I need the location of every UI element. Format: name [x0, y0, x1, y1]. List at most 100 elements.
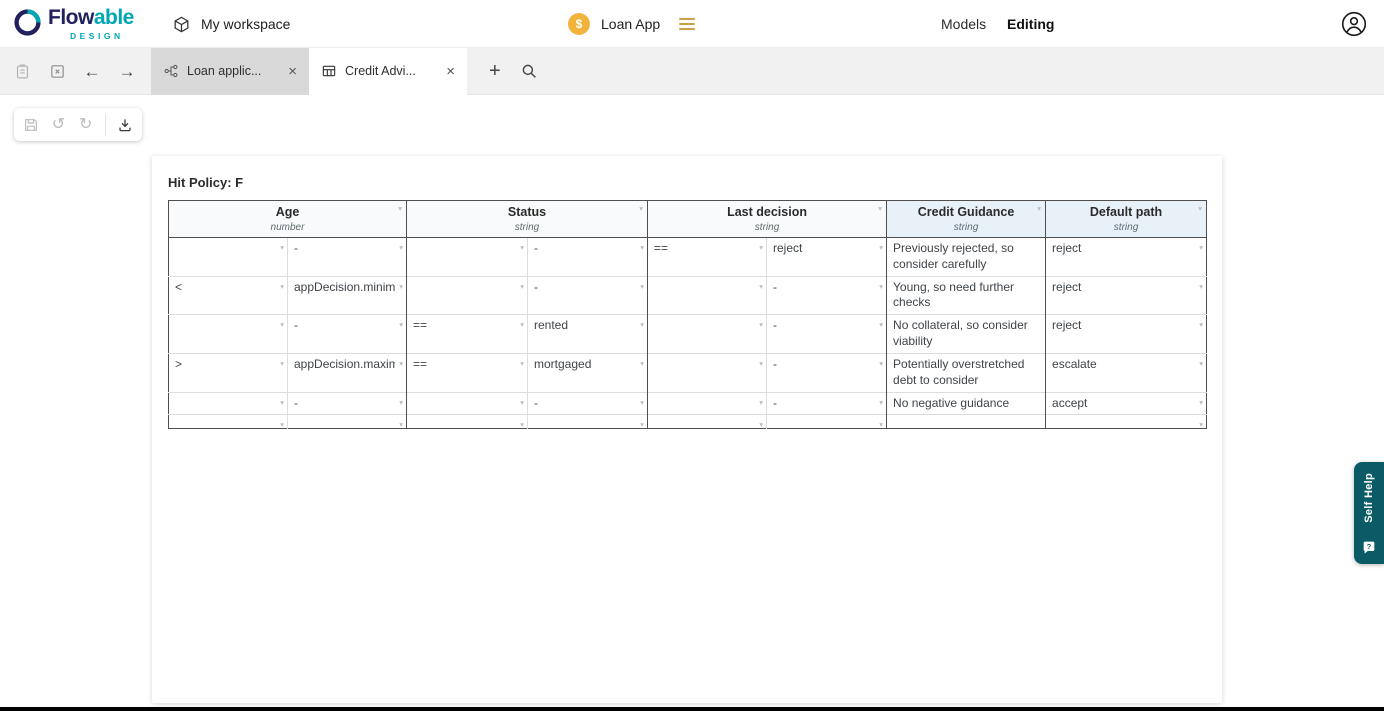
- last-decision-value-cell[interactable]: ▾reject: [767, 238, 887, 277]
- cell-dropdown-icon[interactable]: ▾: [280, 283, 284, 291]
- cell-dropdown-icon[interactable]: ▾: [879, 360, 883, 368]
- cell-dropdown-icon[interactable]: ▾: [879, 321, 883, 329]
- cell-dropdown-icon[interactable]: ▾: [640, 321, 644, 329]
- column-filter-icon[interactable]: ▾: [878, 205, 882, 213]
- cell-dropdown-icon[interactable]: ▾: [280, 244, 284, 252]
- default-path-cell[interactable]: ▾escalate: [1046, 353, 1207, 392]
- column-header-status[interactable]: ▾Statusstring: [407, 201, 648, 238]
- cell-dropdown-icon[interactable]: ▾: [399, 421, 403, 429]
- credit-guidance-cell[interactable]: No collateral, so consider viability: [887, 315, 1046, 354]
- cell-dropdown-icon[interactable]: ▾: [280, 421, 284, 429]
- cell-dropdown-icon[interactable]: ▾: [520, 421, 524, 429]
- status-value-cell[interactable]: ▾rented: [528, 315, 648, 354]
- age-operator-cell[interactable]: ▾: [169, 392, 288, 415]
- last-decision-value-cell[interactable]: ▾-: [767, 315, 887, 354]
- last-decision-value-cell[interactable]: ▾-: [767, 276, 887, 315]
- tab-close-icon[interactable]: ×: [444, 64, 457, 79]
- app-switcher[interactable]: $ Loan App: [568, 0, 695, 48]
- age-value-cell[interactable]: ▾appDecision.minimum: [288, 276, 407, 315]
- cell-dropdown-icon[interactable]: ▾: [759, 283, 763, 291]
- search-icon[interactable]: [519, 61, 539, 81]
- cell-dropdown-icon[interactable]: ▾: [879, 283, 883, 291]
- cell-dropdown-icon[interactable]: ▾: [759, 399, 763, 407]
- undo-icon[interactable]: ↺: [50, 116, 66, 134]
- default-path-cell[interactable]: ▾reject: [1046, 238, 1207, 277]
- last-decision-value-cell[interactable]: ▾: [767, 415, 887, 429]
- cell-dropdown-icon[interactable]: ▾: [1199, 283, 1203, 291]
- column-header-age[interactable]: ▾Agenumber: [169, 201, 407, 238]
- cell-dropdown-icon[interactable]: ▾: [640, 421, 644, 429]
- cell-dropdown-icon[interactable]: ▾: [640, 283, 644, 291]
- download-icon[interactable]: [117, 116, 133, 134]
- status-value-cell[interactable]: ▾-: [528, 392, 648, 415]
- close-all-icon[interactable]: [47, 61, 67, 81]
- status-value-cell[interactable]: ▾-: [528, 276, 648, 315]
- clipboard-icon[interactable]: [12, 61, 32, 81]
- cell-dropdown-icon[interactable]: ▾: [520, 360, 524, 368]
- default-path-cell[interactable]: ▾accept: [1046, 392, 1207, 415]
- age-value-cell[interactable]: ▾: [288, 415, 407, 429]
- last-decision-value-cell[interactable]: ▾-: [767, 392, 887, 415]
- cell-dropdown-icon[interactable]: ▾: [640, 244, 644, 252]
- status-operator-cell[interactable]: ▾: [407, 238, 528, 277]
- column-header-default-path[interactable]: ▾Default pathstring: [1046, 201, 1207, 238]
- cell-dropdown-icon[interactable]: ▾: [879, 399, 883, 407]
- status-value-cell[interactable]: ▾: [528, 415, 648, 429]
- cell-dropdown-icon[interactable]: ▾: [879, 421, 883, 429]
- cell-dropdown-icon[interactable]: ▾: [520, 244, 524, 252]
- age-value-cell[interactable]: ▾-: [288, 238, 407, 277]
- cell-dropdown-icon[interactable]: ▾: [399, 244, 403, 252]
- age-value-cell[interactable]: ▾-: [288, 392, 407, 415]
- new-tab-button[interactable]: +: [489, 61, 501, 81]
- column-header-credit-guidance[interactable]: ▾Credit Guidancestring: [887, 201, 1046, 238]
- age-operator-cell[interactable]: ▾<: [169, 276, 288, 315]
- column-filter-icon[interactable]: ▾: [639, 205, 643, 213]
- cell-dropdown-icon[interactable]: ▾: [399, 360, 403, 368]
- last-decision-operator-cell[interactable]: ▾==: [648, 238, 767, 277]
- cell-dropdown-icon[interactable]: ▾: [1199, 244, 1203, 252]
- cell-dropdown-icon[interactable]: ▾: [280, 360, 284, 368]
- status-operator-cell[interactable]: ▾: [407, 415, 528, 429]
- cell-dropdown-icon[interactable]: ▾: [520, 399, 524, 407]
- self-help-tab[interactable]: Self Help ?: [1354, 462, 1384, 564]
- status-value-cell[interactable]: ▾-: [528, 238, 648, 277]
- cell-dropdown-icon[interactable]: ▾: [280, 399, 284, 407]
- cell-dropdown-icon[interactable]: ▾: [520, 283, 524, 291]
- cell-dropdown-icon[interactable]: ▾: [759, 360, 763, 368]
- cell-dropdown-icon[interactable]: ▾: [759, 321, 763, 329]
- forward-arrow-icon[interactable]: →: [117, 61, 137, 81]
- column-filter-icon[interactable]: ▾: [398, 205, 402, 213]
- credit-guidance-cell[interactable]: No negative guidance: [887, 392, 1046, 415]
- cell-dropdown-icon[interactable]: ▾: [399, 321, 403, 329]
- status-operator-cell[interactable]: ▾==: [407, 353, 528, 392]
- column-filter-icon[interactable]: ▾: [1037, 205, 1041, 213]
- column-filter-icon[interactable]: ▾: [1198, 205, 1202, 213]
- age-operator-cell[interactable]: ▾: [169, 415, 288, 429]
- status-operator-cell[interactable]: ▾==: [407, 315, 528, 354]
- cell-dropdown-icon[interactable]: ▾: [520, 321, 524, 329]
- cell-dropdown-icon[interactable]: ▾: [280, 321, 284, 329]
- tab-loan-application[interactable]: Loan applic... ×: [151, 48, 309, 95]
- credit-guidance-cell[interactable]: [887, 415, 1046, 429]
- cell-dropdown-icon[interactable]: ▾: [1199, 399, 1203, 407]
- back-arrow-icon[interactable]: ←: [82, 61, 102, 81]
- last-decision-operator-cell[interactable]: ▾: [648, 276, 767, 315]
- age-operator-cell[interactable]: ▾: [169, 315, 288, 354]
- save-icon[interactable]: [23, 116, 39, 134]
- last-decision-operator-cell[interactable]: ▾: [648, 315, 767, 354]
- last-decision-operator-cell[interactable]: ▾: [648, 353, 767, 392]
- app-menu-icon[interactable]: [679, 18, 695, 30]
- user-avatar[interactable]: [1341, 11, 1367, 37]
- status-value-cell[interactable]: ▾mortgaged: [528, 353, 648, 392]
- redo-icon[interactable]: ↻: [78, 116, 94, 134]
- status-operator-cell[interactable]: ▾: [407, 276, 528, 315]
- cell-dropdown-icon[interactable]: ▾: [1199, 421, 1203, 429]
- age-value-cell[interactable]: ▾appDecision.maximum: [288, 353, 407, 392]
- default-path-cell[interactable]: ▾reject: [1046, 276, 1207, 315]
- last-decision-value-cell[interactable]: ▾-: [767, 353, 887, 392]
- last-decision-operator-cell[interactable]: ▾: [648, 392, 767, 415]
- nav-editing[interactable]: Editing: [1007, 0, 1054, 48]
- cell-dropdown-icon[interactable]: ▾: [640, 399, 644, 407]
- cell-dropdown-icon[interactable]: ▾: [1199, 321, 1203, 329]
- cell-dropdown-icon[interactable]: ▾: [399, 399, 403, 407]
